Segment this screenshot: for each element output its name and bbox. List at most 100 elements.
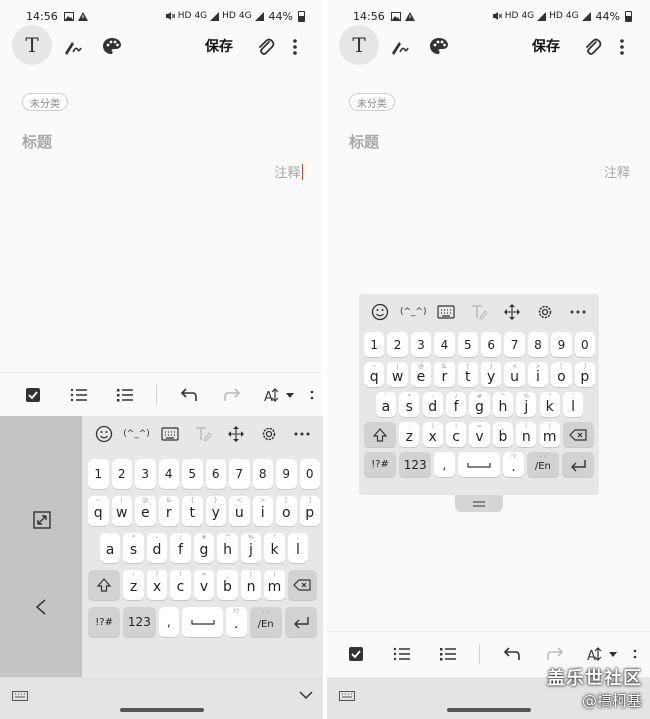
- key-r[interactable]: & r: [158, 496, 179, 526]
- key-w[interactable]: | w: [387, 362, 408, 387]
- keyboard-layout-button[interactable]: [430, 294, 463, 330]
- key-4[interactable]: 4: [158, 459, 179, 489]
- comma-key[interactable]: ,: [158, 607, 179, 637]
- key-b[interactable]: _ b: [217, 570, 238, 600]
- settings-gear-button[interactable]: [528, 294, 561, 330]
- key-1[interactable]: 1: [364, 332, 385, 357]
- key-n[interactable]: (n: [516, 422, 537, 447]
- attachment-clip-icon[interactable]: [255, 36, 275, 58]
- title-placeholder[interactable]: 标题: [22, 131, 52, 152]
- move-keyboard-left-icon[interactable]: [35, 599, 47, 615]
- key-m[interactable]: ) m: [539, 422, 560, 447]
- key-d[interactable]: -d: [146, 533, 168, 563]
- language-switch-key[interactable]: ‹ › /En: [249, 607, 282, 637]
- key-u[interactable]: < u: [504, 362, 525, 387]
- period-key[interactable]: !?.: [226, 607, 247, 637]
- emoji-button[interactable]: [364, 294, 397, 330]
- key-f[interactable]: / f: [445, 392, 467, 417]
- key-h[interactable]: ^ h: [217, 533, 238, 563]
- home-gesture-pill[interactable]: [446, 708, 531, 712]
- key-a[interactable]: ` a: [375, 392, 397, 417]
- key-z[interactable]: :z: [399, 422, 420, 447]
- key-u[interactable]: < u: [229, 496, 250, 526]
- keyboard-switch-icon[interactable]: [339, 691, 355, 701]
- key-2[interactable]: 2: [387, 332, 408, 357]
- annotation-field[interactable]: 注释: [274, 162, 303, 181]
- key-q[interactable]: ~ q: [88, 496, 109, 526]
- handwriting-pen-icon[interactable]: [62, 36, 84, 58]
- key-9[interactable]: 9: [276, 459, 297, 489]
- emoticon-button[interactable]: (^_^): [397, 294, 430, 330]
- key-k[interactable]: " k: [539, 392, 560, 417]
- text-mode-button[interactable]: T: [12, 25, 52, 65]
- shift-key[interactable]: [364, 422, 397, 447]
- more-options-icon[interactable]: [615, 36, 629, 58]
- enter-key[interactable]: [561, 452, 594, 477]
- key-3[interactable]: 3: [135, 459, 156, 489]
- key-6[interactable]: 6: [205, 459, 226, 489]
- save-button[interactable]: 保存: [205, 36, 233, 56]
- key-d[interactable]: -d: [422, 392, 443, 417]
- key-1[interactable]: 1: [88, 459, 109, 489]
- key-5[interactable]: 5: [457, 332, 478, 357]
- numbers-key[interactable]: 123: [123, 607, 156, 637]
- key-i[interactable]: > i: [252, 496, 273, 526]
- bullet-list-icon[interactable]: [114, 384, 136, 406]
- key-7[interactable]: 7: [229, 459, 250, 489]
- backspace-key[interactable]: [562, 422, 594, 447]
- key-o[interactable]: [o: [551, 362, 572, 387]
- key-g[interactable]: # g: [469, 392, 490, 417]
- cursor-move-button[interactable]: [495, 294, 528, 330]
- more-button[interactable]: [285, 416, 318, 452]
- key-o[interactable]: [o: [276, 496, 297, 526]
- keyboard-switch-icon[interactable]: [12, 691, 28, 701]
- bullet-list-icon[interactable]: [437, 643, 459, 665]
- key-j[interactable]: % j: [240, 533, 262, 563]
- key-y[interactable]: } y: [205, 496, 226, 526]
- key-n[interactable]: (n: [240, 570, 262, 600]
- floating-keyboard-drag-handle[interactable]: [455, 495, 503, 512]
- shift-key[interactable]: [88, 570, 121, 600]
- settings-gear-button[interactable]: [252, 416, 285, 452]
- text-style-button[interactable]: [186, 416, 219, 452]
- key-q[interactable]: ~ q: [364, 362, 385, 387]
- space-key[interactable]: [182, 607, 223, 637]
- save-button[interactable]: 保存: [532, 36, 560, 56]
- key-4[interactable]: 4: [434, 332, 455, 357]
- category-tag[interactable]: 未分类: [22, 93, 68, 111]
- key-f[interactable]: / f: [170, 533, 191, 563]
- key-x[interactable]: ? x: [146, 570, 168, 600]
- key-0[interactable]: 0: [574, 332, 595, 357]
- handwriting-pen-icon[interactable]: [389, 36, 411, 58]
- attachment-clip-icon[interactable]: [582, 36, 602, 58]
- key-s[interactable]: * s: [123, 533, 144, 563]
- redo-icon[interactable]: [545, 643, 567, 665]
- key-9[interactable]: 9: [551, 332, 572, 357]
- more-button[interactable]: [561, 294, 594, 330]
- key-s[interactable]: * s: [399, 392, 420, 417]
- key-c[interactable]: ! c: [170, 570, 191, 600]
- key-2[interactable]: 2: [111, 459, 132, 489]
- key-l[interactable]: ; l: [562, 392, 584, 417]
- key-p[interactable]: ] p: [574, 362, 595, 387]
- key-5[interactable]: 5: [182, 459, 203, 489]
- key-h[interactable]: ^ h: [492, 392, 514, 417]
- numbered-list-icon[interactable]: [391, 643, 413, 665]
- key-x[interactable]: ? x: [422, 422, 443, 447]
- more-format-icon[interactable]: [631, 643, 639, 665]
- numbered-list-icon[interactable]: [68, 384, 90, 406]
- key-z[interactable]: :z: [123, 570, 144, 600]
- key-m[interactable]: ) m: [264, 570, 285, 600]
- key-c[interactable]: ! c: [445, 422, 467, 447]
- key-0[interactable]: 0: [299, 459, 320, 489]
- emoticon-button[interactable]: (^_^): [120, 416, 153, 452]
- key-t[interactable]: {t: [457, 362, 478, 387]
- symbols-key[interactable]: !?#: [88, 607, 121, 637]
- text-size-dropdown-icon[interactable]: A: [262, 384, 300, 406]
- enter-key[interactable]: [284, 607, 317, 637]
- text-style-button[interactable]: [463, 294, 496, 330]
- emoji-button[interactable]: [87, 416, 120, 452]
- palette-icon[interactable]: [427, 35, 451, 59]
- key-6[interactable]: 6: [481, 332, 502, 357]
- key-8[interactable]: 8: [527, 332, 549, 357]
